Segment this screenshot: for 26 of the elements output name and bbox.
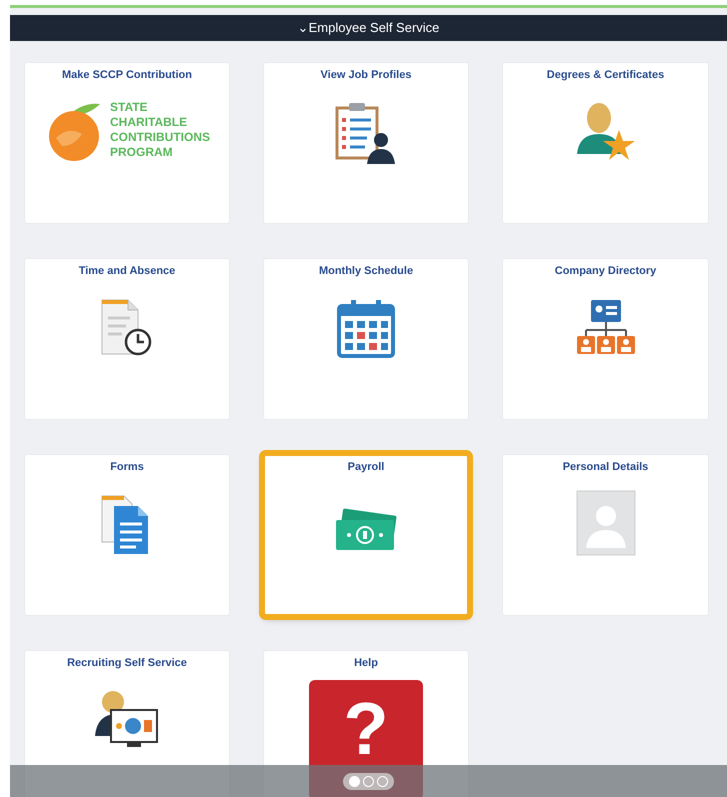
person-placeholder-icon bbox=[576, 490, 636, 556]
tile-title: Recruiting Self Service bbox=[67, 656, 187, 671]
tile-title: Payroll bbox=[348, 460, 384, 475]
page-dot[interactable] bbox=[349, 776, 360, 786]
tile-title: Company Directory bbox=[554, 264, 656, 279]
page-dot[interactable] bbox=[377, 776, 388, 786]
app-tile[interactable]: View Job Profiles bbox=[264, 63, 468, 223]
app-tile[interactable]: Degrees & Certificates bbox=[503, 63, 708, 223]
tile-title: Degrees & Certificates bbox=[546, 68, 664, 83]
tile-title: Time and Absence bbox=[78, 264, 176, 279]
tile-title: Monthly Schedule bbox=[318, 264, 414, 279]
app-tile[interactable]: Company Directory bbox=[503, 259, 708, 419]
app-tile[interactable]: Payroll bbox=[264, 455, 468, 615]
app-tile[interactable]: Time and Absence bbox=[25, 259, 229, 419]
app-tile[interactable]: Forms bbox=[25, 455, 229, 615]
page-dot[interactable] bbox=[363, 776, 374, 786]
app-tile[interactable]: Monthly Schedule bbox=[264, 259, 468, 419]
tile-title: Forms bbox=[110, 460, 144, 475]
section-header[interactable]: ⌄Employee Self Service bbox=[10, 15, 727, 41]
tile-title: Make SCCP Contribution bbox=[62, 68, 192, 83]
tile-title: View Job Profiles bbox=[320, 68, 412, 83]
app-tile[interactable]: Make SCCP Contribution STATE CHARITABLE CONTRIBUTIONS PROGRAM bbox=[25, 63, 229, 223]
tile-title: Help bbox=[354, 656, 378, 671]
tile-title: Personal Details bbox=[562, 460, 648, 475]
logo-text: STATE CHARITABLE CONTRIBUTIONS PROGRAM bbox=[110, 100, 210, 160]
app-tile[interactable]: Personal Details bbox=[503, 455, 708, 615]
